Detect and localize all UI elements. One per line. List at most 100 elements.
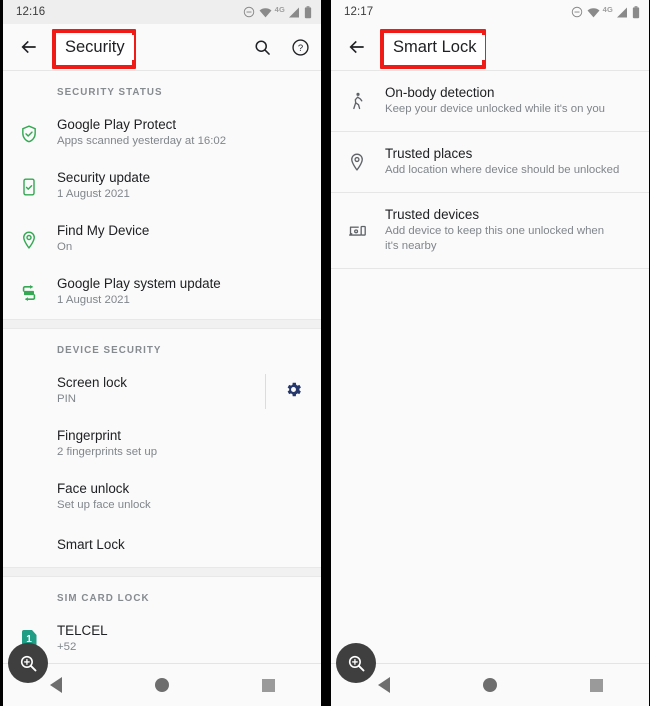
page-title: Security: [56, 34, 134, 60]
list-item-text: Face unlock Set up face unlock: [57, 480, 307, 513]
list-item-subtitle: Set up face unlock: [57, 499, 151, 511]
list-item-title: Trusted devices: [385, 207, 480, 222]
recents-nav-button[interactable]: [570, 664, 622, 706]
location-pin-icon: [17, 228, 41, 252]
list-item-title: Find My Device: [57, 223, 150, 238]
list-item-title: TELCEL: [57, 623, 108, 638]
accessibility-magnifier-icon: [20, 655, 36, 671]
list-item-title: Screen lock: [57, 375, 127, 390]
home-circle-icon: [155, 678, 169, 692]
list-item-subtitle: Add location where device should be unlo…: [385, 164, 620, 176]
list-item-subtitle: 1 August 2021: [57, 294, 130, 306]
recents-square-icon: [261, 678, 275, 692]
list-item-subtitle: PIN: [57, 393, 76, 405]
status-icon-group: 4G: [243, 4, 312, 19]
list-item-subtitle: 2 fingerprints set up: [57, 446, 158, 458]
list-item-title: Smart Lock: [57, 537, 125, 552]
left-navigation-bar: [3, 663, 321, 706]
battery-icon: [632, 5, 640, 19]
accessibility-magnifier-icon: [348, 655, 364, 671]
list-item-screen-lock[interactable]: Screen lock PIN: [3, 365, 321, 418]
list-item-text: Smart Lock: [57, 536, 307, 553]
section-header-sim-card-lock: SIM CARD LOCK: [57, 593, 150, 604]
home-nav-button[interactable]: [136, 664, 188, 706]
do-not-disturb-icon: [243, 6, 255, 18]
back-arrow-icon[interactable]: [16, 34, 42, 60]
row-divider: [331, 268, 649, 269]
list-item-subtitle: Keep your device unlocked while it's on …: [385, 103, 605, 115]
screenshot-stage: 12:16 4G Security ? SECURITY STATUS Goog…: [0, 0, 650, 706]
list-item-google-play-system-update[interactable]: Google Play system update 1 August 2021: [3, 266, 321, 319]
list-item-find-my-device[interactable]: Find My Device On: [3, 213, 321, 266]
list-item-text: TELCEL +52: [57, 622, 307, 655]
left-content: SECURITY STATUS Google Play Protect Apps…: [3, 71, 321, 666]
section-header-security-status: SECURITY STATUS: [57, 87, 163, 98]
list-item-subtitle: Apps scanned yesterday at 16:02: [57, 135, 227, 147]
search-icon[interactable]: [251, 36, 273, 58]
list-item-text: Google Play Protect Apps scanned yesterd…: [57, 116, 307, 149]
home-circle-icon: [483, 678, 497, 692]
list-item-smart-lock[interactable]: Smart Lock: [3, 524, 321, 567]
left-title-wrap: Security: [52, 28, 251, 69]
list-item-fingerprint[interactable]: Fingerprint 2 fingerprints set up: [3, 418, 321, 471]
section-separator: [3, 567, 321, 577]
recents-square-icon: [589, 678, 603, 692]
list-item-title: Google Play Protect: [57, 117, 177, 132]
list-item-text: On-body detection Keep your device unloc…: [385, 84, 635, 117]
status-clock: 12:17: [344, 6, 374, 18]
recents-nav-button[interactable]: [242, 664, 294, 706]
wifi-icon: [259, 7, 272, 18]
section-separator: [3, 319, 321, 329]
right-status-bar: 12:17 4G: [331, 0, 649, 24]
location-pin-icon: [345, 150, 369, 174]
home-nav-button[interactable]: [464, 664, 516, 706]
status-clock: 12:16: [16, 6, 46, 18]
list-item-trusted-places[interactable]: Trusted places Add location where device…: [331, 132, 649, 192]
list-item-subtitle: Add device to keep this one unlocked whe…: [385, 225, 605, 252]
accessibility-magnifier-button-right[interactable]: [336, 643, 376, 683]
page-title: Smart Lock: [384, 34, 486, 60]
left-phone-panel: 12:16 4G Security ? SECURITY STATUS Goog…: [3, 0, 321, 706]
list-item-title: Trusted places: [385, 146, 473, 161]
phone-check-icon: [17, 175, 41, 199]
list-item-title: Face unlock: [57, 481, 130, 496]
list-item-text: Google Play system update 1 August 2021: [57, 275, 307, 308]
list-item-subtitle: 1 August 2021: [57, 188, 130, 200]
right-phone-panel: 12:17 4G Smart Lock On-body detection Ke…: [331, 0, 649, 706]
network-type-label: 4G: [274, 4, 285, 14]
list-item-face-unlock[interactable]: Face unlock Set up face unlock: [3, 471, 321, 524]
list-item-google-play-protect[interactable]: Google Play Protect Apps scanned yesterd…: [3, 107, 321, 160]
list-item-security-update[interactable]: Security update 1 August 2021: [3, 160, 321, 213]
status-icon-group: 4G: [571, 4, 640, 19]
battery-icon: [304, 5, 312, 19]
list-item-telcel[interactable]: 1 TELCEL +52: [3, 613, 321, 666]
list-item-text: Trusted devices Add device to keep this …: [385, 206, 619, 254]
list-item-title: Fingerprint: [57, 428, 122, 443]
right-navigation-bar: [331, 663, 649, 706]
list-item-trusted-devices[interactable]: Trusted devices Add device to keep this …: [331, 193, 649, 268]
network-type-label: 4G: [602, 4, 613, 14]
list-item-subtitle: On: [57, 241, 73, 253]
back-triangle-icon: [50, 677, 62, 693]
accessibility-magnifier-button-left[interactable]: [8, 643, 48, 683]
list-item-on-body-detection[interactable]: On-body detection Keep your device unloc…: [331, 71, 649, 131]
signal-icon: [288, 7, 300, 18]
list-item-text: Fingerprint 2 fingerprints set up: [57, 427, 307, 460]
shield-check-icon: [17, 122, 41, 146]
list-item-subtitle: +52: [57, 641, 77, 653]
left-appbar-actions: ?: [251, 36, 311, 58]
help-icon[interactable]: ?: [289, 36, 311, 58]
left-app-bar: Security ?: [3, 24, 321, 70]
screen-lock-settings-button[interactable]: [265, 365, 321, 418]
list-item-title: On-body detection: [385, 85, 495, 100]
list-item-title: Security update: [57, 170, 151, 185]
walking-person-icon: [345, 89, 369, 113]
section-header-device-security: DEVICE SECURITY: [57, 345, 162, 356]
system-update-icon: [17, 281, 41, 305]
right-title-wrap: Smart Lock: [380, 28, 639, 69]
do-not-disturb-icon: [571, 6, 583, 18]
list-item-text: Find My Device On: [57, 222, 307, 255]
signal-icon: [616, 7, 628, 18]
devices-icon: [345, 219, 369, 243]
back-arrow-icon[interactable]: [344, 34, 370, 60]
